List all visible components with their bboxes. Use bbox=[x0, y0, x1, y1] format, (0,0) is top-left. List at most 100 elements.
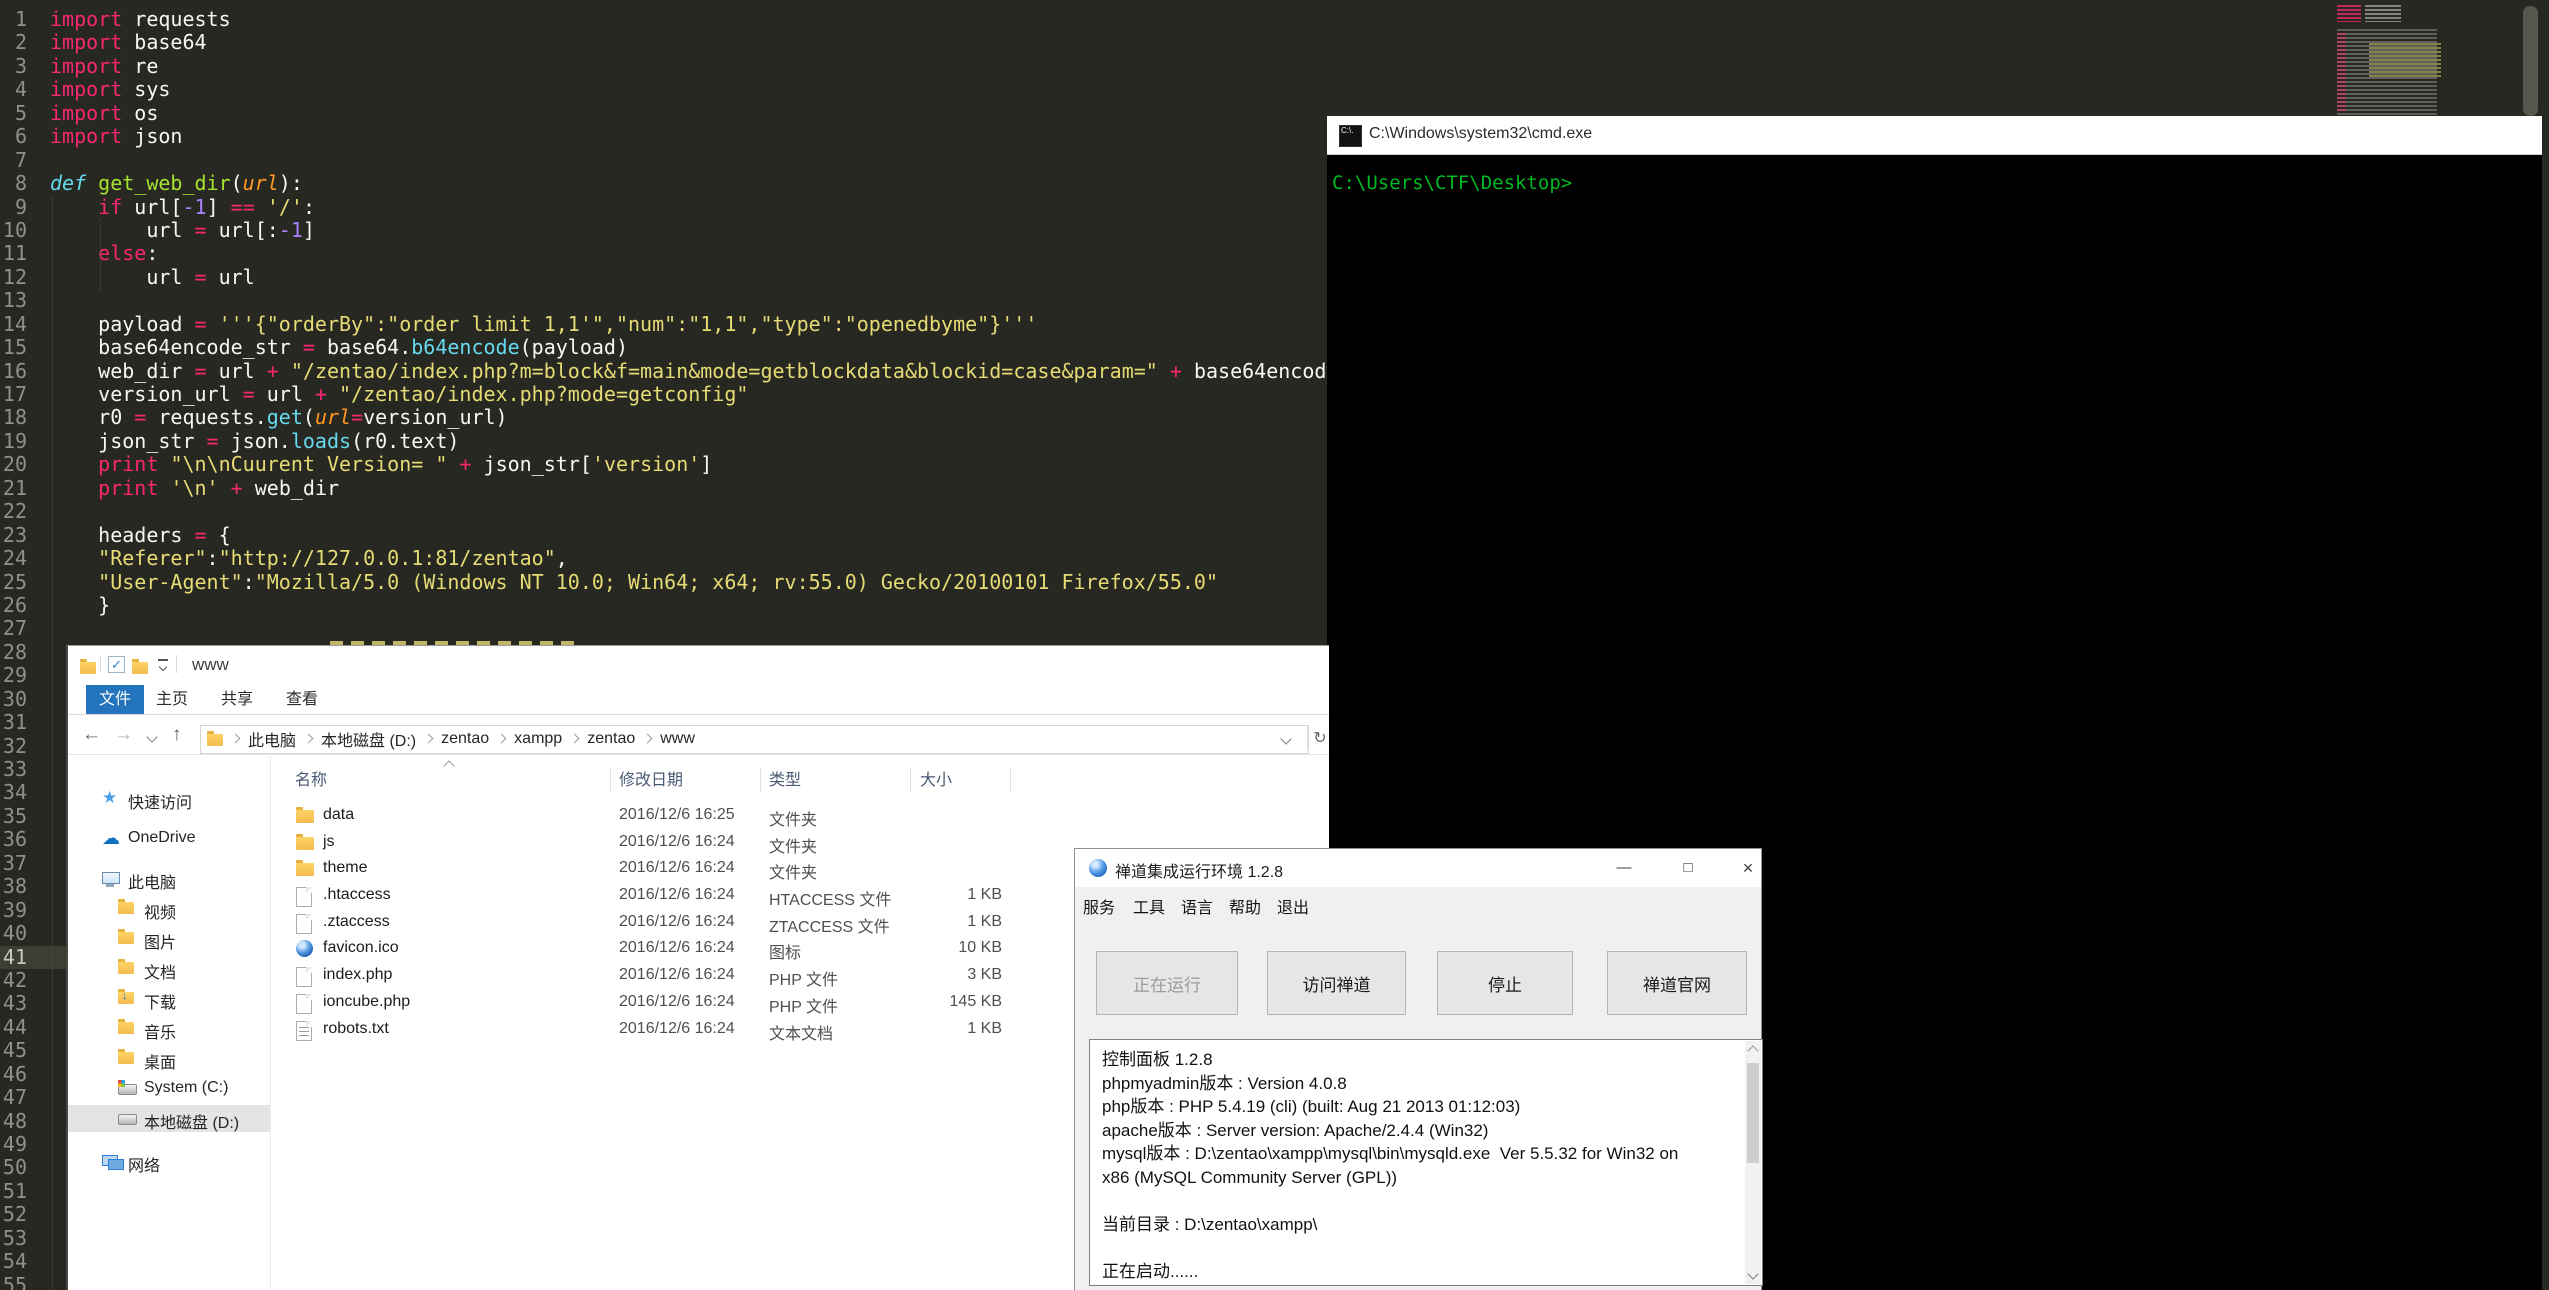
menu-item-退出[interactable]: 退出 bbox=[1277, 894, 1309, 918]
breadcrumb-item-www[interactable]: www bbox=[660, 730, 695, 748]
breadcrumb-item-本地磁盘 (D:)[interactable]: 本地磁盘 (D:) bbox=[321, 727, 416, 751]
zentao-titlebar[interactable]: 禅道集成运行环境 1.2.8 — □ × bbox=[1075, 849, 1761, 887]
tab-共享[interactable]: 共享 bbox=[213, 685, 261, 714]
menu-item-工具[interactable]: 工具 bbox=[1133, 894, 1165, 918]
line-number: 18 bbox=[0, 406, 27, 429]
code-token: url bbox=[243, 171, 279, 195]
file-name: data bbox=[323, 806, 354, 824]
sidebar-item-文档[interactable]: 文档 bbox=[68, 955, 270, 982]
sidebar-item-桌面[interactable]: 桌面 bbox=[68, 1045, 270, 1072]
column-header-name[interactable]: 名称 bbox=[295, 766, 327, 790]
explorer-titlebar[interactable]: ✓ www bbox=[68, 646, 1329, 685]
address-bar[interactable]: 此电脑 本地磁盘 (D:) zentao xampp zentao www bbox=[200, 725, 1309, 754]
code-token bbox=[1158, 359, 1170, 383]
close-button[interactable]: × bbox=[1731, 849, 1765, 887]
back-button[interactable]: ← bbox=[82, 724, 101, 746]
code-token: url bbox=[315, 405, 351, 429]
line-number: 38 bbox=[0, 875, 27, 898]
file-size: 1 KB bbox=[828, 886, 1002, 904]
sidebar-item-label: 快速访问 bbox=[128, 789, 192, 813]
scroll-down-icon[interactable] bbox=[1747, 1268, 1758, 1279]
minimap[interactable] bbox=[2335, 3, 2470, 115]
new-folder-icon[interactable] bbox=[132, 662, 148, 674]
breadcrumb-item-xampp[interactable]: xampp bbox=[514, 730, 562, 748]
address-dropdown-icon[interactable] bbox=[1280, 733, 1291, 744]
sidebar-item-label: OneDrive bbox=[128, 829, 196, 847]
recent-locations-dropdown-icon[interactable] bbox=[146, 731, 157, 742]
star-icon: ★ bbox=[102, 789, 117, 806]
code-line-2: 2import base64 bbox=[0, 31, 2549, 54]
tab-文件[interactable]: 文件 bbox=[86, 685, 144, 714]
code-text: def get_web_dir(url): bbox=[50, 172, 303, 195]
code-token: loads bbox=[291, 429, 351, 453]
code-token: '/' bbox=[267, 195, 303, 219]
zentao-button-访问禅道[interactable]: 访问禅道 bbox=[1267, 951, 1406, 1015]
line-number: 39 bbox=[0, 899, 27, 922]
desktop: 1import requests2import base643import re… bbox=[0, 0, 2549, 1290]
zentao-button-停止[interactable]: 停止 bbox=[1437, 951, 1573, 1015]
line-number: 3 bbox=[0, 55, 27, 78]
code-token: : bbox=[146, 241, 158, 265]
menu-item-语言[interactable]: 语言 bbox=[1181, 894, 1213, 918]
scroll-up-icon[interactable] bbox=[1747, 1045, 1758, 1056]
maximize-button[interactable]: □ bbox=[1671, 849, 1705, 887]
code-token: base64encode_str bbox=[50, 335, 303, 359]
sidebar-item-System (C:)[interactable]: System (C:) bbox=[68, 1075, 270, 1102]
line-number: 40 bbox=[0, 922, 27, 945]
file-date: 2016/12/6 16:24 bbox=[619, 886, 735, 904]
zentao-button-正在运行[interactable]: 正在运行 bbox=[1096, 951, 1238, 1015]
quick-access-toolbar-dropdown-icon[interactable] bbox=[158, 659, 168, 661]
code-token: "/zentao/index.php?m=block&f=main&mode=g… bbox=[291, 359, 1158, 383]
forward-button[interactable]: → bbox=[114, 724, 133, 746]
refresh-icon[interactable]: ↻ bbox=[1309, 725, 1331, 752]
zentao-log-box[interactable]: 控制面板 1.2.8 phpmyadmin版本 : Version 4.0.8 … bbox=[1089, 1039, 1763, 1286]
breadcrumb-item-zentao[interactable]: zentao bbox=[441, 730, 489, 748]
code-token: import bbox=[50, 101, 122, 125]
column-header-date[interactable]: 修改日期 bbox=[619, 766, 683, 790]
code-text: url = url bbox=[50, 266, 255, 289]
sidebar-item-快速访问[interactable]: ★ 快速访问 bbox=[68, 785, 270, 812]
zentao-log-scrollbar[interactable] bbox=[1745, 1041, 1761, 1284]
code-token: { bbox=[207, 523, 231, 547]
sidebar-item-下载[interactable]: 下载 bbox=[68, 985, 270, 1012]
quick-access-properties-icon[interactable]: ✓ bbox=[108, 656, 125, 673]
breadcrumb-chevron-icon bbox=[424, 734, 434, 744]
column-header-size[interactable]: 大小 bbox=[920, 766, 952, 790]
sidebar-item-图片[interactable]: 图片 bbox=[68, 925, 270, 952]
line-number: 9 bbox=[0, 196, 27, 219]
cmd-titlebar[interactable]: C:\. C:\Windows\system32\cmd.exe bbox=[1327, 116, 2542, 155]
column-header-type[interactable]: 类型 bbox=[769, 766, 801, 790]
code-token bbox=[255, 195, 267, 219]
menu-item-服务[interactable]: 服务 bbox=[1083, 894, 1115, 918]
breadcrumb-item-zentao[interactable]: zentao bbox=[587, 730, 635, 748]
sidebar-item-OneDrive[interactable]: ☁OneDrive bbox=[68, 825, 270, 852]
code-text: import requests bbox=[50, 8, 231, 31]
sidebar-item-本地磁盘 (D:)[interactable]: 本地磁盘 (D:) bbox=[68, 1105, 270, 1132]
sidebar-item-音乐[interactable]: 音乐 bbox=[68, 1015, 270, 1042]
minimize-button[interactable]: — bbox=[1607, 849, 1641, 887]
line-number: 54 bbox=[0, 1250, 27, 1273]
scrollbar-thumb[interactable] bbox=[1747, 1063, 1759, 1163]
file-date: 2016/12/6 16:24 bbox=[619, 859, 735, 877]
sidebar-item-网络[interactable]: 网络 bbox=[68, 1148, 270, 1175]
code-token: version_url bbox=[50, 382, 243, 406]
up-button[interactable]: ↑ bbox=[172, 724, 182, 746]
menu-item-帮助[interactable]: 帮助 bbox=[1229, 894, 1261, 918]
line-number: 24 bbox=[0, 547, 27, 570]
file-row-data[interactable]: data2016/12/6 16:25文件夹 bbox=[271, 803, 1329, 830]
tab-查看[interactable]: 查看 bbox=[278, 685, 326, 714]
sidebar-item-此电脑[interactable]: 此电脑 bbox=[68, 865, 270, 892]
line-number: 42 bbox=[0, 969, 27, 992]
code-line-4: 4import sys bbox=[0, 78, 2549, 101]
code-token: : bbox=[243, 570, 255, 594]
sidebar-item-label: 视频 bbox=[144, 899, 176, 923]
line-number: 11 bbox=[0, 242, 27, 265]
editor-scrollbar[interactable] bbox=[2523, 6, 2538, 116]
code-token bbox=[50, 546, 98, 570]
breadcrumb-item-此电脑[interactable]: 此电脑 bbox=[248, 727, 296, 751]
tab-主页[interactable]: 主页 bbox=[148, 685, 196, 714]
code-token: ): bbox=[279, 171, 303, 195]
code-token: web_dir bbox=[50, 359, 195, 383]
zentao-button-禅道官网[interactable]: 禅道官网 bbox=[1607, 951, 1747, 1015]
sidebar-item-视频[interactable]: 视频 bbox=[68, 895, 270, 922]
